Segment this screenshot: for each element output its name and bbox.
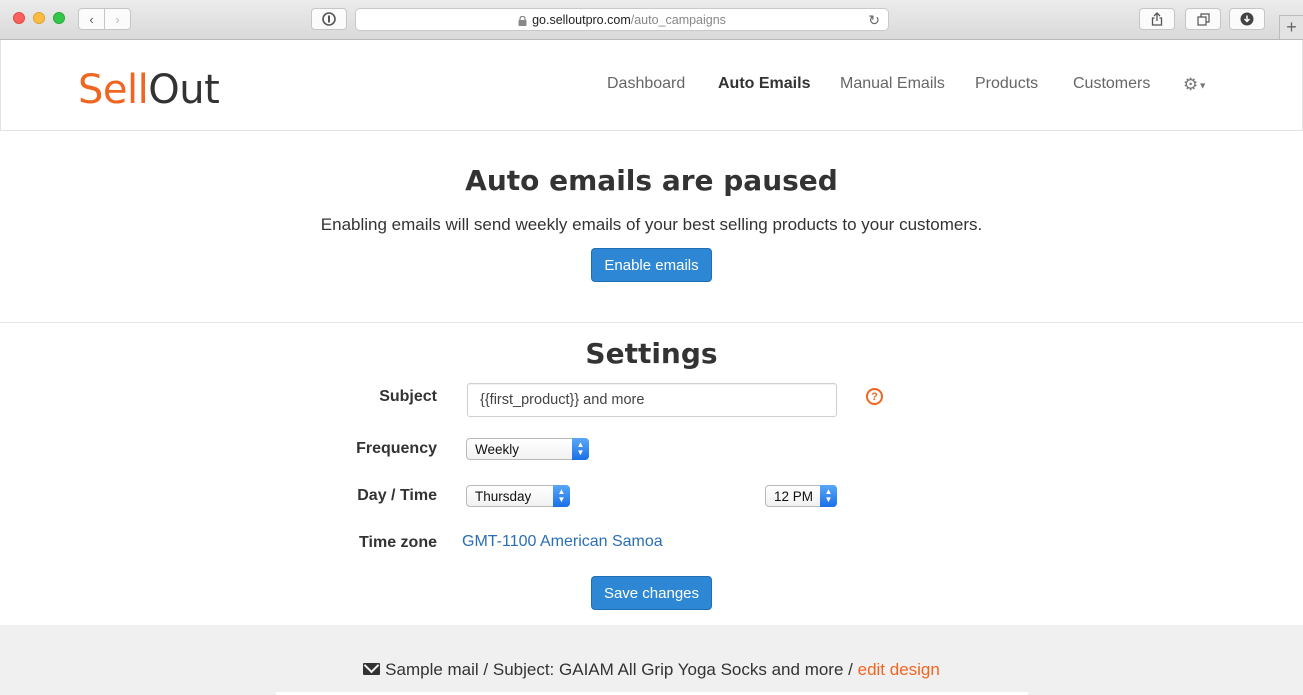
envelope-icon [363,663,381,675]
frequency-label: Frequency [356,440,437,457]
timezone-link[interactable]: GMT-1100 American Samoa [462,533,663,551]
reload-icon[interactable]: ↻ [868,12,880,29]
day-select[interactable]: Thursday ▲ ▼ [466,485,570,507]
downloads-button[interactable] [1229,8,1265,30]
tabs-icon [1196,12,1210,26]
day-value: Thursday [475,488,532,504]
new-tab-button[interactable]: + [1279,15,1303,39]
lock-icon [518,15,527,26]
url-host: go.selloutpro.com [532,12,631,27]
enable-emails-button[interactable]: Enable emails [591,248,712,282]
nav-item-manual-emails[interactable]: Manual Emails [840,75,945,93]
nav-item-customers[interactable]: Customers [1073,75,1150,93]
address-bar[interactable]: go.selloutpro.com/auto_campaigns ↻ [355,8,889,31]
timezone-label: Time zone [359,534,437,551]
back-icon: ‹ [89,11,94,27]
share-button[interactable] [1139,8,1175,30]
forward-icon: › [115,11,120,27]
save-changes-button[interactable]: Save changes [591,576,712,610]
nav-item-products[interactable]: Products [975,75,1038,93]
settings-dropdown[interactable]: ⚙▼ [1183,75,1207,95]
nav-item-auto-emails[interactable]: Auto Emails [718,75,810,93]
select-arrows-icon: ▲ ▼ [572,438,589,460]
subject-label: Subject [379,388,437,405]
paused-section: Auto emails are paused Enabling emails w… [0,131,1303,323]
reader-button[interactable] [311,8,347,30]
select-arrows-icon: ▲ ▼ [553,485,570,507]
sample-mail-line: Sample mail / Subject: GAIAM All Grip Yo… [0,660,1303,680]
download-icon [1240,12,1254,26]
nav-item-dashboard[interactable]: Dashboard [607,75,685,93]
time-value: 12 PM [774,488,814,504]
subject-input[interactable]: {{first_product}} and more [467,383,837,417]
sample-mail-bar: Sample mail / Subject: GAIAM All Grip Yo… [0,625,1303,695]
back-button[interactable]: ‹ [78,8,105,30]
url-path: /auto_campaigns [630,12,726,27]
paused-title: Auto emails are paused [465,164,838,197]
zoom-window-button[interactable] [53,12,65,24]
settings-title: Settings [585,337,718,370]
share-icon [1151,12,1163,26]
frequency-value: Weekly [475,441,520,457]
gear-icon: ⚙ [1183,75,1199,94]
close-window-button[interactable] [13,12,25,24]
new-tab-icon: + [1286,17,1297,37]
paused-description: Enabling emails will send weekly emails … [320,215,983,234]
time-select[interactable]: 12 PM ▲ ▼ [765,485,837,507]
show-tabs-button[interactable] [1185,8,1221,30]
forward-button[interactable]: › [104,8,131,30]
sample-mail-text: Sample mail / Subject: GAIAM All Grip Yo… [385,660,858,679]
nav-menu: Dashboard Auto Emails Manual Emails Prod… [1,75,1302,95]
caret-down-icon: ▼ [1198,80,1208,91]
app-navbar: SellOut Dashboard Auto Emails Manual Ema… [0,40,1303,131]
edit-design-link[interactable]: edit design [858,660,940,679]
minimize-window-button[interactable] [33,12,45,24]
select-arrows-icon: ▲ ▼ [820,485,837,507]
help-icon[interactable]: ? [866,388,883,405]
daytime-label: Day / Time [357,487,437,504]
frequency-select[interactable]: Weekly ▲ ▼ [466,438,589,460]
browser-toolbar: ‹ › go.selloutpro.com/auto_campaigns ↻ + [0,0,1303,40]
reader-icon [322,12,336,26]
